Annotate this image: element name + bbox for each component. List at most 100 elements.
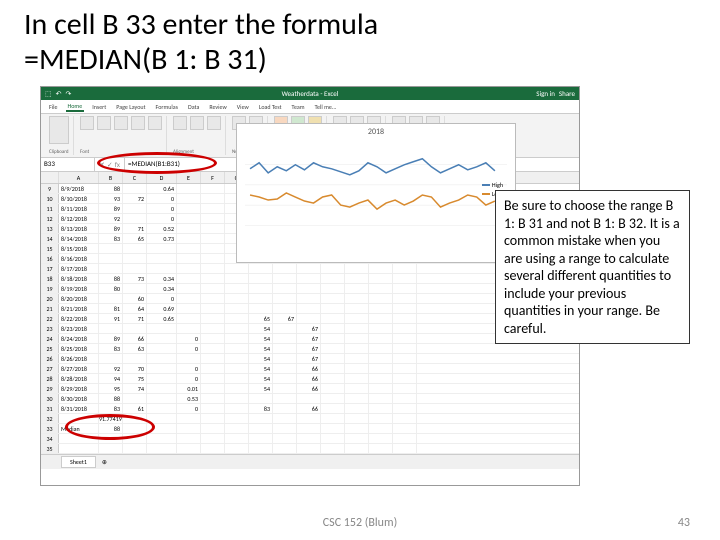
row-number[interactable]: 10 [41,194,59,203]
cell[interactable]: 70 [123,364,147,373]
cell[interactable] [201,204,225,213]
cell[interactable] [123,244,147,253]
col-head[interactable]: C [123,172,147,183]
cell[interactable]: 0 [147,294,177,303]
cell[interactable] [249,304,273,313]
cell[interactable]: 67 [273,314,297,323]
cell[interactable] [249,424,273,433]
cell[interactable] [369,424,393,433]
cell[interactable] [201,294,225,303]
cell[interactable] [147,384,177,393]
cell[interactable]: 0.34 [147,284,177,293]
cell[interactable]: 54 [249,384,273,393]
cell[interactable]: 88 [99,274,123,283]
cell[interactable] [297,434,321,443]
cell[interactable]: 65 [249,314,273,323]
cell[interactable] [321,414,345,423]
row-number[interactable]: 17 [41,264,59,273]
cell[interactable]: 73 [123,274,147,283]
cell[interactable]: 89 [99,224,123,233]
row-number[interactable]: 15 [41,244,59,253]
cell[interactable] [393,264,417,273]
cell[interactable] [321,444,345,453]
cell[interactable]: 0.52 [147,224,177,233]
cell[interactable]: 92 [99,214,123,223]
cell[interactable] [99,254,123,263]
col-head[interactable]: E [177,172,201,183]
cell[interactable] [273,264,297,273]
ribbon-tab-load-test[interactable]: Load Test [257,103,284,111]
cell[interactable] [201,274,225,283]
cell[interactable]: 89 [99,334,123,343]
cell[interactable] [225,394,249,403]
cell[interactable] [177,284,201,293]
cell[interactable]: 66 [297,404,321,413]
row-number[interactable]: 9 [41,184,59,193]
ribbon-tab-page-layout[interactable]: Page Layout [114,103,147,111]
cell[interactable] [201,324,225,333]
cell[interactable] [345,344,369,353]
cell[interactable] [321,394,345,403]
cell[interactable] [123,214,147,223]
cell[interactable] [345,404,369,413]
cell[interactable] [321,314,345,323]
cell[interactable]: 54 [249,324,273,333]
ribbon-tab-formulas[interactable]: Formulas [154,103,180,111]
cell[interactable] [345,334,369,343]
cell[interactable]: 54 [249,344,273,353]
cell[interactable]: 91 [99,314,123,323]
cell[interactable]: 8/19/2018 [59,284,99,293]
cell[interactable] [273,424,297,433]
cell[interactable] [225,294,249,303]
cell[interactable] [345,304,369,313]
ribbon-tab-team[interactable]: Team [290,103,307,111]
fx-icon[interactable]: fx [115,160,120,169]
cell[interactable] [369,344,393,353]
cell[interactable] [369,324,393,333]
cell[interactable] [99,434,123,443]
cell[interactable] [201,254,225,263]
cell[interactable] [321,344,345,353]
cell[interactable] [225,384,249,393]
cell[interactable] [369,434,393,443]
cell[interactable] [321,334,345,343]
cell[interactable] [147,354,177,363]
cell[interactable] [369,384,393,393]
cell[interactable] [273,384,297,393]
cell[interactable] [177,244,201,253]
cell[interactable] [201,444,225,453]
row-number[interactable]: 20 [41,294,59,303]
cell[interactable]: 71 [123,314,147,323]
cell[interactable]: 8/21/2018 [59,304,99,313]
embedded-chart[interactable]: 2018 High Low [236,123,516,263]
row-number[interactable]: 18 [41,274,59,283]
cell[interactable] [393,344,417,353]
cell[interactable]: 0.69 [147,304,177,313]
cell[interactable]: 0 [147,214,177,223]
cell[interactable] [225,274,249,283]
cell[interactable] [147,264,177,273]
cell[interactable] [345,414,369,423]
cell[interactable] [201,404,225,413]
cell[interactable] [123,204,147,213]
align-right-icon[interactable] [207,116,221,130]
cell[interactable] [249,444,273,453]
cell[interactable]: 0 [177,364,201,373]
cell[interactable]: 8/14/2018 [59,234,99,243]
cell[interactable]: 8/31/2018 [59,404,99,413]
cell[interactable] [321,304,345,313]
cell[interactable]: 0.65 [147,314,177,323]
cell[interactable] [249,284,273,293]
cell[interactable] [297,274,321,283]
cell[interactable] [201,194,225,203]
cell[interactable] [273,374,297,383]
cell[interactable]: 92 [99,364,123,373]
cell[interactable] [297,284,321,293]
cell[interactable] [177,354,201,363]
cell[interactable] [147,324,177,333]
cell[interactable]: 8/9/2018 [59,184,99,193]
cell[interactable] [123,264,147,273]
cell[interactable] [177,194,201,203]
cell[interactable] [393,354,417,363]
cell[interactable] [177,434,201,443]
